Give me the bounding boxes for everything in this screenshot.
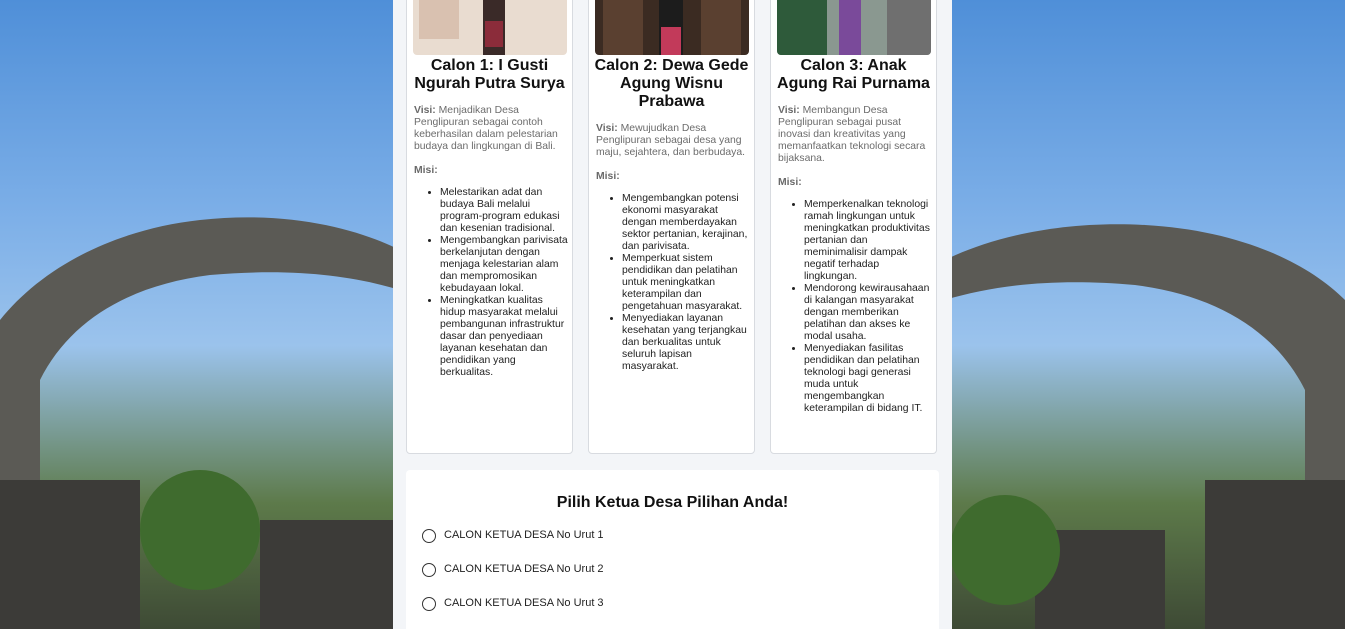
vote-option-2[interactable]: CALON KETUA DESA No Urut 2 bbox=[422, 560, 604, 577]
radio-button[interactable] bbox=[422, 529, 436, 543]
vote-option-3[interactable]: CALON KETUA DESA No Urut 3 bbox=[422, 594, 604, 611]
visi-text: Mewujudkan Desa Penglipuran sebagai desa… bbox=[596, 123, 746, 158]
misi-item: Mendorong kewirausahaan di kalangan masy… bbox=[804, 283, 932, 343]
misi-label: Misi: bbox=[414, 165, 438, 176]
misi-item: Mengembangkan parivisata berkelanjutan d… bbox=[440, 235, 568, 295]
visi-label: Visi: bbox=[596, 123, 618, 134]
candidate-photo bbox=[777, 0, 931, 55]
misi-item: Menyediakan fasilitas pendidikan dan pel… bbox=[804, 343, 932, 415]
misi-item: Melestarikan adat dan budaya Bali melalu… bbox=[440, 187, 568, 235]
candidate-photo bbox=[595, 0, 749, 55]
misi-item: Mengembangkan potensi ekonomi masyarakat… bbox=[622, 193, 750, 253]
misi-list: Mengembangkan potensi ekonomi masyarakat… bbox=[596, 193, 750, 373]
candidate-body: Visi: Mewujudkan Desa Penglipuran sebaga… bbox=[596, 123, 750, 373]
misi-label: Misi: bbox=[596, 171, 620, 182]
visi-text: Membangun Desa Penglipuran sebagai pusat… bbox=[778, 105, 926, 164]
background-gate-right bbox=[945, 150, 1345, 629]
misi-item: Meningkatkan kualitas hidup masyarakat m… bbox=[440, 295, 568, 379]
background-gate-left bbox=[0, 150, 400, 629]
vote-option-label[interactable]: CALON KETUA DESA No Urut 2 bbox=[444, 563, 604, 575]
misi-item: Memperkuat sistem pendidikan dan pelatih… bbox=[622, 253, 750, 313]
candidate-photo bbox=[413, 0, 567, 55]
visi-label: Visi: bbox=[414, 105, 436, 116]
misi-label: Misi: bbox=[778, 177, 802, 188]
candidate-title: Calon 1: I Gusti Ngurah Putra Surya bbox=[414, 57, 565, 92]
misi-item: Memperkenalkan teknologi ramah lingkunga… bbox=[804, 199, 932, 283]
candidate-title: Calon 2: Dewa Gede Agung Wisnu Prabawa bbox=[594, 57, 749, 110]
radio-button[interactable] bbox=[422, 563, 436, 577]
candidate-title: Calon 3: Anak Agung Rai Purnama bbox=[777, 57, 930, 92]
misi-item: Menyediakan layanan kesehatan yang terja… bbox=[622, 313, 750, 373]
misi-list: Memperkenalkan teknologi ramah lingkunga… bbox=[778, 199, 932, 415]
candidate-card-1: Calon 1: I Gusti Ngurah Putra Surya Visi… bbox=[406, 0, 573, 454]
candidate-body: Visi: Menjadikan Desa Penglipuran sebaga… bbox=[414, 105, 568, 379]
vote-title: Pilih Ketua Desa Pilihan Anda! bbox=[556, 494, 789, 511]
vote-option-1[interactable]: CALON KETUA DESA No Urut 1 bbox=[422, 526, 604, 543]
candidate-cards: Calon 1: I Gusti Ngurah Putra Surya Visi… bbox=[406, 0, 939, 455]
candidate-body: Visi: Membangun Desa Penglipuran sebagai… bbox=[778, 105, 932, 415]
vote-option-label[interactable]: CALON KETUA DESA No Urut 1 bbox=[444, 529, 604, 541]
radio-button[interactable] bbox=[422, 597, 436, 611]
misi-list: Melestarikan adat dan budaya Bali melalu… bbox=[414, 187, 568, 379]
candidate-card-3: Calon 3: Anak Agung Rai Purnama Visi: Me… bbox=[770, 0, 937, 454]
candidate-card-2: Calon 2: Dewa Gede Agung Wisnu Prabawa V… bbox=[588, 0, 755, 454]
vote-form: Pilih Ketua Desa Pilihan Anda! CALON KET… bbox=[406, 470, 939, 629]
main-panel: Calon 1: I Gusti Ngurah Putra Surya Visi… bbox=[393, 0, 952, 629]
vote-option-label[interactable]: CALON KETUA DESA No Urut 3 bbox=[444, 597, 604, 609]
visi-text: Menjadikan Desa Penglipuran sebagai cont… bbox=[414, 105, 558, 152]
visi-label: Visi: bbox=[778, 105, 800, 116]
